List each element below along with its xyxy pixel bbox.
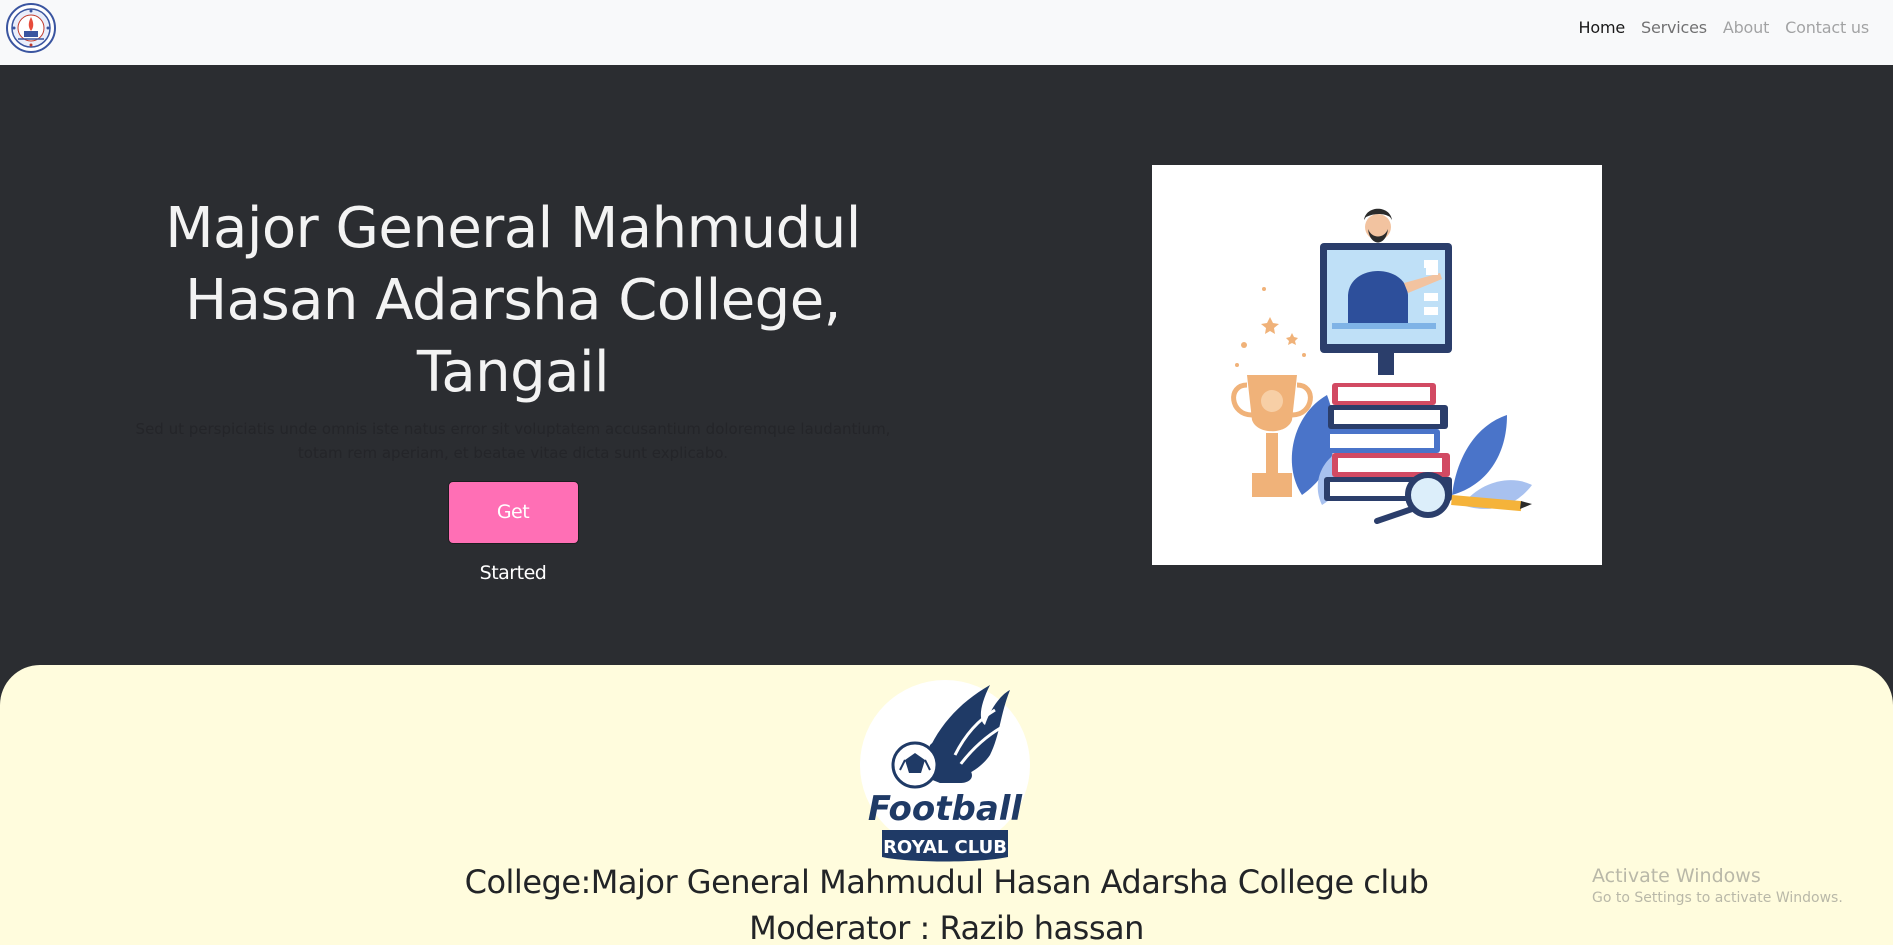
hero-section: Major General Mahmudul Hasan Adarsha Col…: [0, 65, 1893, 665]
activate-windows-watermark: Activate Windows Go to Settings to activ…: [1592, 864, 1843, 908]
football-club-logo-icon: Football ROYAL CLUB: [860, 665, 1031, 865]
main-nav: Home Services About Contact us: [1571, 18, 1877, 38]
hero-text: Major General Mahmudul Hasan Adarsha Col…: [112, 193, 914, 584]
college-emblem-icon[interactable]: [6, 3, 56, 53]
nav-about[interactable]: About: [1715, 18, 1777, 38]
watermark-subtitle: Go to Settings to activate Windows.: [1592, 890, 1843, 906]
club-logo-text-football: Football: [868, 789, 1023, 829]
hero-title: Major General Mahmudul Hasan Adarsha Col…: [165, 196, 861, 405]
navbar: Home Services About Contact us: [0, 0, 1893, 65]
get-started-button[interactable]: Get Started: [447, 481, 579, 584]
moderator-line: Moderator : Razib hassan: [749, 909, 1144, 945]
club-logo-text-royal: ROYAL CLUB: [883, 837, 1007, 858]
watermark-title: Activate Windows: [1592, 865, 1761, 887]
nav-services[interactable]: Services: [1633, 18, 1715, 38]
teacher-books-trophy-illustration: [1152, 165, 1602, 565]
hero-description: Sed ut perspiciatis unde omnis iste natu…: [135, 420, 891, 462]
nav-home[interactable]: Home: [1571, 18, 1633, 38]
nav-contact[interactable]: Contact us: [1777, 18, 1877, 38]
